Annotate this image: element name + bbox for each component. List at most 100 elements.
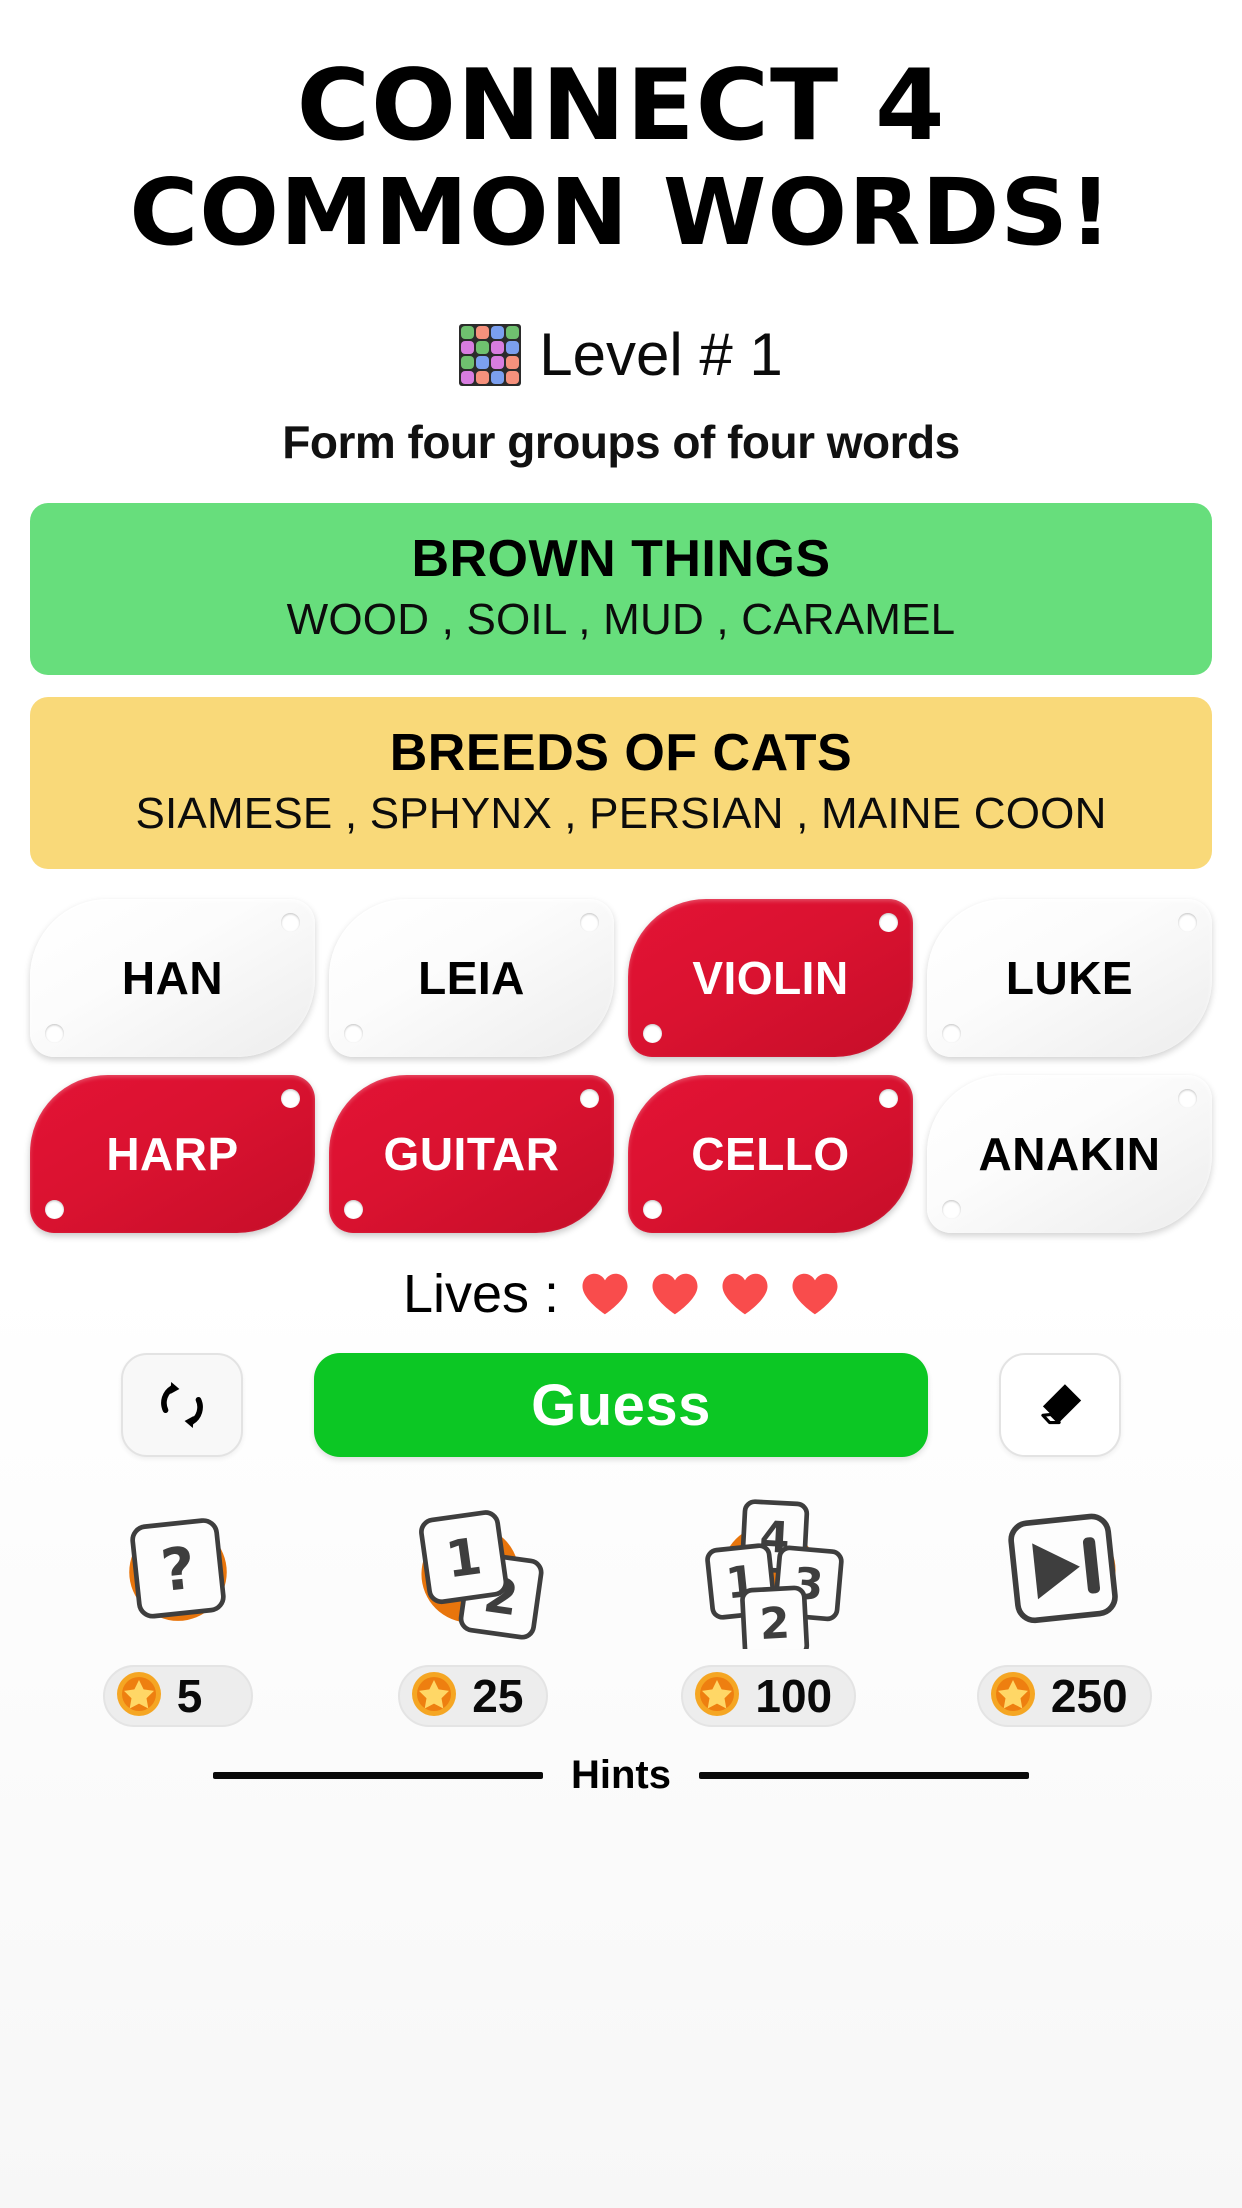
tile-dot-icon [1178,1089,1197,1109]
four-cards-icon[interactable]: 4132 [694,1499,844,1661]
hints-row: ? 5 2 1 25 4 1 3 2 100 250 [30,1499,1212,1728]
life-heart [791,1272,839,1316]
word-tile-label: HARP [106,1128,239,1181]
tile-dot-icon [580,1089,599,1109]
hint-price-pill[interactable]: 100 [681,1665,857,1728]
tile-dot-icon [281,1089,300,1109]
grid-cell-2 [491,325,505,339]
grid-cell-12 [461,370,475,384]
shuffle-icon [161,1382,203,1429]
action-bar: Guess [121,1353,1121,1458]
tile-dot-icon [344,1024,363,1044]
grid-cell-7 [506,340,520,354]
grid-cell-5 [476,340,490,354]
star-coin-icon [695,1671,740,1716]
shuffle-button[interactable] [121,1353,243,1458]
word-tile-label: LEIA [418,952,525,1005]
hearts-container [581,1272,839,1316]
guess-button[interactable]: Guess [314,1353,928,1458]
grid-cell-14 [491,370,505,384]
hint-item-2[interactable]: 2 1 25 [398,1499,549,1728]
grid-cell-4 [461,340,475,354]
star-coin-icon [693,1670,741,1723]
question-card-icon[interactable]: ? [103,1499,253,1649]
word-tile-anakin[interactable]: ANAKIN [927,1075,1212,1234]
word-tile-han[interactable]: HAN [30,899,315,1058]
hint-item-1[interactable]: ? 5 [102,1499,253,1728]
lives-row: Lives : [403,1263,839,1325]
solved-group-words: SIAMESE , SPHYNX , PERSIAN , MAINE COON [135,789,1107,839]
hints-footer: Hints [30,1753,1212,1798]
star-coin-icon [412,1671,457,1716]
word-tile-label: GUITAR [383,1128,560,1181]
solved-group-words: WOOD , SOIL , MUD , CARAMEL [286,595,956,645]
tile-dot-icon [1178,913,1197,933]
instruction-text: Form four groups of four words [282,416,960,469]
word-tile-leia[interactable]: LEIA [329,899,614,1058]
grid-cell-11 [506,355,520,369]
word-tile-harp[interactable]: HARP [30,1075,315,1234]
tile-dot-icon [942,1024,961,1044]
grid-cell-3 [506,325,520,339]
svg-text:?: ? [158,1534,199,1605]
hints-footer-label: Hints [571,1753,671,1798]
hint-item-4[interactable]: 250 [976,1499,1152,1728]
solved-groups-list: BROWN THINGS WOOD , SOIL , MUD , CARAMEL B… [30,503,1212,870]
star-coin-icon [410,1670,458,1723]
word-tile-label: LUKE [1005,952,1134,1005]
grid-cell-8 [461,355,475,369]
grid-cell-0 [461,325,475,339]
tile-dot-icon [45,1200,64,1220]
tile-dot-icon [879,1089,898,1109]
guess-button-label: Guess [531,1372,711,1438]
tile-dot-icon [281,913,300,933]
solved-group-banner: BREEDS OF CATS SIAMESE , SPHYNX , PERSIAN… [30,697,1212,870]
heart-icon [652,1273,698,1315]
eraser-icon [1041,1384,1082,1425]
heart-icon [722,1273,768,1315]
hint-price-pill[interactable]: 25 [398,1665,549,1728]
puzzle-grid-icon [459,323,522,386]
life-heart [651,1272,699,1316]
tile-dot-icon [580,913,599,933]
solved-group-title: BREEDS OF CATS [389,724,853,783]
tile-dot-icon [45,1024,64,1044]
word-tile-guitar[interactable]: GUITAR [329,1075,614,1234]
level-indicator: Level # 1 [459,320,783,389]
solved-group-title: BROWN THINGS [411,530,831,589]
star-coin-icon [115,1670,163,1723]
hint-price-value: 100 [755,1670,833,1723]
word-tile-label: HAN [121,952,224,1005]
tile-dot-icon [643,1200,662,1220]
heart-icon [582,1273,628,1315]
tile-dot-icon [879,913,898,933]
grid-cell-15 [506,370,520,384]
hint-price-pill[interactable]: 5 [102,1665,253,1728]
erase-button[interactable] [999,1353,1121,1458]
grid-cell-9 [476,355,490,369]
star-coin-icon [989,1670,1037,1723]
star-coin-icon [990,1671,1035,1716]
word-tile-luke[interactable]: LUKE [927,899,1212,1058]
word-tile-label: VIOLIN [692,952,849,1005]
grid-cell-1 [476,325,490,339]
divider-right [699,1772,1029,1780]
word-tile-cello[interactable]: CELLO [628,1075,913,1234]
word-tile-label: ANAKIN [978,1128,1161,1181]
tile-dot-icon [942,1200,961,1220]
hint-price-value: 250 [1050,1670,1128,1723]
hint-item-3[interactable]: 4 1 3 2 100 [681,1499,857,1728]
hint-price-value: 25 [472,1670,524,1723]
tile-dot-icon [344,1200,363,1220]
level-label: Level # 1 [539,321,783,389]
hint-price-pill[interactable]: 250 [976,1665,1152,1728]
divider-left [213,1772,543,1780]
skip-next-icon[interactable] [989,1499,1139,1649]
star-coin-icon [116,1671,161,1716]
word-tile-violin[interactable]: VIOLIN [628,899,913,1058]
hint-price-value: 5 [176,1670,203,1723]
grid-cell-13 [476,370,490,384]
life-heart [581,1272,629,1316]
two-cards-icon[interactable]: 21 [398,1499,548,1649]
grid-cell-6 [491,340,505,354]
